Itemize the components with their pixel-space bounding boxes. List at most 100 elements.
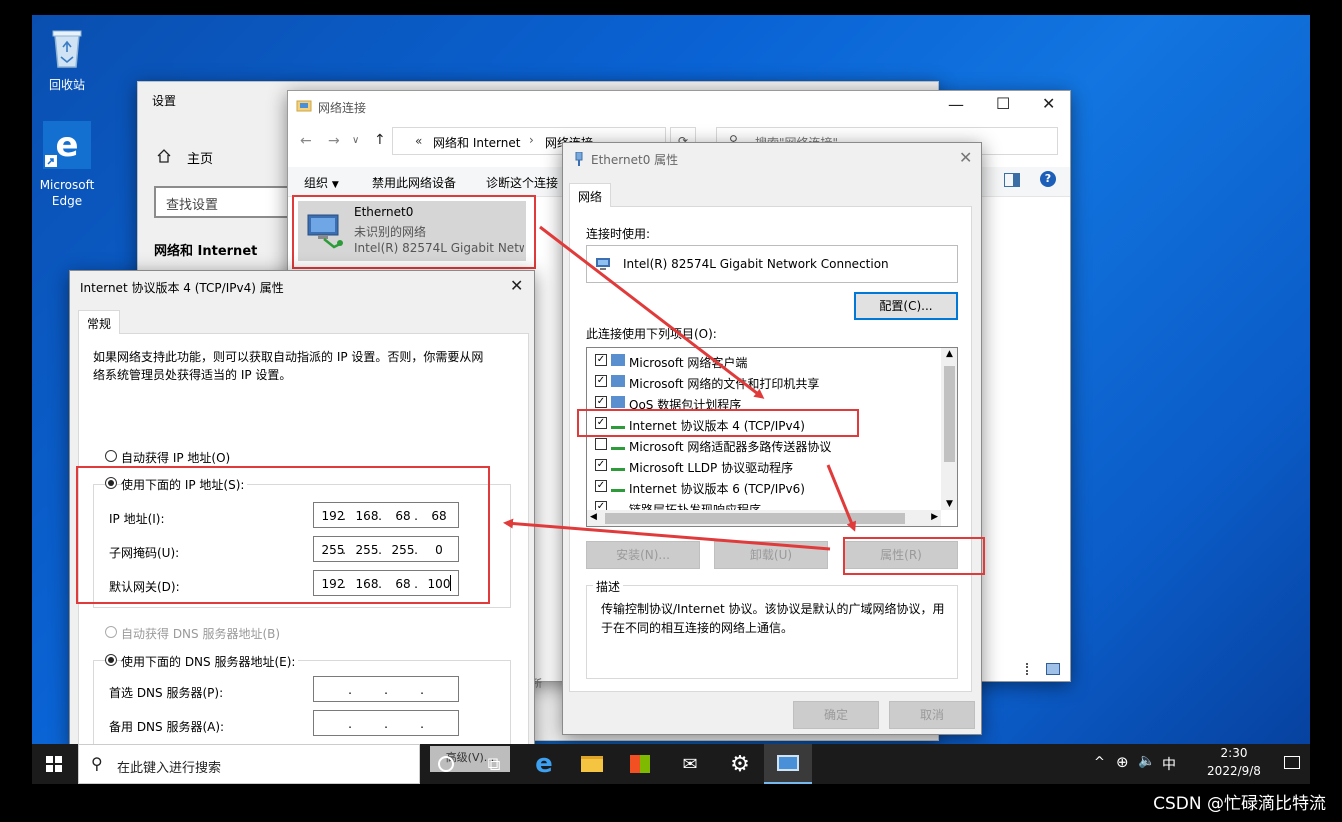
client-icon	[611, 354, 625, 366]
item-checkbox[interactable]: ✓	[595, 396, 607, 408]
item-checkbox[interactable]: ✓	[595, 354, 607, 366]
tray-ime-indicator[interactable]: 中	[1162, 754, 1176, 774]
list-item[interactable]: ✓ Microsoft 网络的文件和打印机共享	[587, 371, 941, 392]
item-label: Microsoft 网络的文件和打印机共享	[629, 377, 820, 391]
tray-network-icon[interactable]: ⊕	[1116, 753, 1129, 771]
settings-gear-icon[interactable]: ⚙	[716, 744, 764, 784]
components-list[interactable]: ✓ Microsoft 网络客户端 ✓ Microsoft 网络的文件和打印机共…	[586, 347, 958, 527]
tiles-view-icon[interactable]	[1046, 663, 1060, 675]
scroll-hthumb[interactable]	[605, 513, 905, 524]
uninstall-button[interactable]: 卸载(U)	[714, 541, 828, 569]
horizontal-scrollbar[interactable]: ◀ ▶	[587, 510, 941, 526]
scroll-down-icon[interactable]: ▼	[941, 499, 957, 509]
tray-chevron-icon[interactable]: ^	[1094, 755, 1105, 770]
qos-icon	[611, 396, 625, 408]
disable-device-button[interactable]: 禁用此网络设备	[372, 174, 456, 191]
start-button[interactable]	[32, 744, 76, 784]
item-checkbox[interactable]: ✓	[595, 501, 607, 510]
list-item[interactable]: ✓ 链路层拓扑发现响应程序	[587, 497, 941, 510]
settings-category[interactable]: 网络和 Internet	[154, 240, 257, 259]
change-view-icon[interactable]	[1004, 173, 1020, 187]
ip-dot: .	[384, 717, 388, 731]
minimize-button[interactable]: —	[948, 97, 964, 113]
install-button[interactable]: 安装(N)...	[586, 541, 700, 569]
item-label: Internet 协议版本 6 (TCP/IPv6)	[629, 482, 805, 496]
ethernet-properties-dialog: Ethernet0 属性 ✕ 网络 连接时使用: Intel(R) 82574L…	[562, 142, 985, 735]
auto-ip-radio[interactable]	[105, 450, 117, 462]
tab-general[interactable]: 常规	[78, 310, 121, 334]
netconn-title: 网络连接	[318, 101, 367, 115]
forward-arrow-icon[interactable]: →	[328, 133, 340, 149]
cortana-icon[interactable]	[422, 744, 470, 784]
help-icon[interactable]: ?	[1040, 171, 1056, 187]
tab-network[interactable]: 网络	[569, 183, 612, 207]
store-icon[interactable]	[616, 744, 664, 784]
network-adapter-small-icon	[596, 258, 610, 270]
alternate-dns-label: 备用 DNS 服务器(A):	[109, 720, 225, 734]
adapter-field: Intel(R) 82574L Gigabit Network Connecti…	[586, 245, 958, 283]
list-item[interactable]: ✓ Internet 协议版本 6 (TCP/IPv6)	[587, 476, 941, 497]
taskbar-search-placeholder: 在此键入进行搜索	[117, 761, 222, 776]
ip-dot: .	[348, 717, 352, 731]
recycle-bin-label: 回收站	[48, 78, 85, 92]
tray-volume-icon[interactable]: 🔈	[1138, 753, 1155, 769]
vertical-scrollbar[interactable]: ▲ ▼	[941, 348, 957, 510]
edge-taskbar-icon[interactable]: e	[520, 744, 568, 784]
item-checkbox[interactable]	[595, 438, 607, 450]
list-item[interactable]: ✓ Microsoft LLDP 协议驱动程序	[587, 455, 941, 476]
protocol-icon	[611, 486, 625, 492]
settings-home[interactable]: 主页	[156, 146, 276, 167]
file-explorer-icon[interactable]	[568, 744, 616, 784]
adapter-full-name: Intel(R) 82574L Gigabit Network Connecti…	[623, 257, 889, 271]
search-icon: ⚲	[91, 754, 103, 773]
scroll-right-icon[interactable]: ▶	[931, 512, 938, 522]
item-checkbox[interactable]: ✓	[595, 480, 607, 492]
organize-label: 组织	[304, 176, 329, 190]
eth-dialog-title: Ethernet0 属性	[591, 153, 679, 167]
eth-close-button[interactable]: ✕	[959, 150, 972, 166]
scroll-left-icon[interactable]: ◀	[590, 512, 597, 522]
diagnose-connection-button[interactable]: 诊断这个连接	[486, 174, 558, 191]
scroll-thumb[interactable]	[944, 366, 955, 462]
list-item[interactable]: Microsoft 网络适配器多路传送器协议	[587, 434, 941, 455]
configure-button[interactable]: 配置(C)...	[854, 292, 958, 320]
auto-dns-radio[interactable]	[105, 626, 117, 638]
taskbar-search-box[interactable]: ⚲ 在此键入进行搜索	[78, 744, 420, 784]
item-checkbox[interactable]: ✓	[595, 459, 607, 471]
svg-text:e: e	[55, 125, 78, 165]
home-icon	[157, 149, 171, 163]
adapter-highlight	[292, 195, 536, 269]
edge-shortcut[interactable]: e Microsoft Edge	[32, 121, 102, 209]
protocol-icon	[611, 465, 625, 471]
ip-dot: .	[348, 683, 352, 697]
task-view-icon[interactable]: ⧉	[470, 744, 518, 784]
ok-button[interactable]: 确定	[793, 701, 879, 729]
settings-search-input[interactable]: 查找设置	[154, 186, 294, 218]
notification-icon[interactable]	[1284, 756, 1300, 769]
network-connections-taskbar-icon[interactable]	[764, 744, 812, 784]
tray-date[interactable]: 2022/9/8	[1190, 764, 1278, 778]
tray-time[interactable]: 2:30	[1202, 746, 1266, 760]
maximize-button[interactable]: ☐	[996, 96, 1010, 112]
edge-label: Microsoft Edge	[39, 178, 95, 208]
ipv4-close-button[interactable]: ✕	[510, 278, 523, 294]
recent-chevron-icon[interactable]: ∨	[352, 135, 359, 146]
ipv4-dialog-title: Internet 协议版本 4 (TCP/IPv4) 属性	[80, 281, 284, 295]
cancel-button[interactable]: 取消	[889, 701, 975, 729]
back-arrow-icon[interactable]: ←	[300, 133, 312, 149]
breadcrumb-network-internet[interactable]: 网络和 Internet	[433, 134, 520, 151]
close-button[interactable]: ✕	[1042, 96, 1055, 112]
preferred-dns-input[interactable]: . . .	[313, 676, 459, 702]
details-view-icon[interactable]	[1026, 663, 1040, 675]
properties-button-highlight	[843, 537, 985, 575]
ip-settings-highlight	[76, 466, 490, 604]
list-item[interactable]: ✓ Microsoft 网络客户端	[587, 350, 941, 371]
item-checkbox[interactable]: ✓	[595, 375, 607, 387]
manual-dns-radio[interactable]	[105, 654, 117, 666]
scroll-up-icon[interactable]: ▲	[941, 349, 957, 359]
alternate-dns-input[interactable]: . . .	[313, 710, 459, 736]
mail-icon[interactable]: ✉	[666, 744, 714, 784]
up-arrow-icon[interactable]: ↑	[374, 132, 386, 148]
organize-menu[interactable]: 组织 ▼	[304, 174, 339, 191]
recycle-bin-shortcut[interactable]: 回收站	[32, 25, 102, 93]
